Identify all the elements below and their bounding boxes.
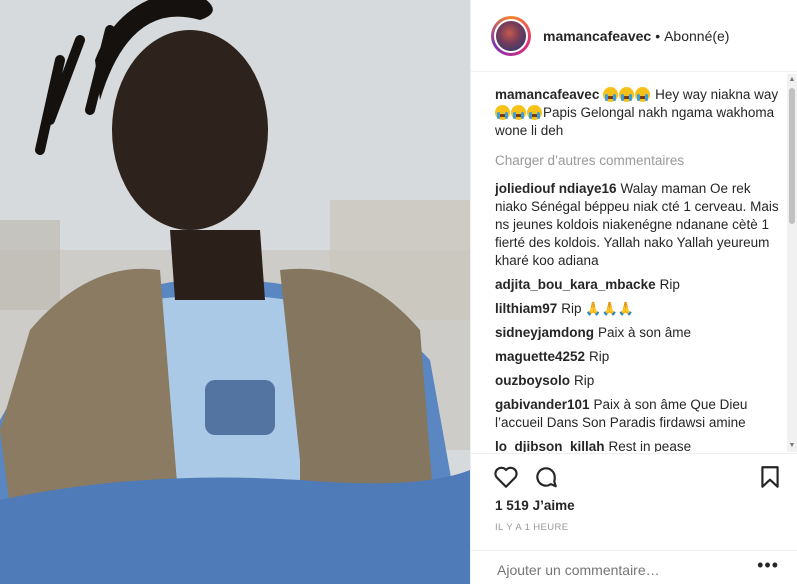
comment-item: maguette4252 Rip: [495, 348, 783, 366]
post-actions: [471, 453, 797, 498]
comment-text: Rip: [659, 277, 680, 292]
comment-username[interactable]: lo_djibson_killah: [495, 439, 605, 452]
crying-face-emoji: [635, 87, 651, 102]
heart-icon[interactable]: [493, 464, 519, 490]
likes-label: J’aime: [532, 498, 575, 513]
post-timestamp[interactable]: IL Y A 1 HEURE: [495, 522, 569, 533]
post-header: mamancafeavec • Abonné(e): [471, 0, 797, 72]
comments-scrollbar[interactable]: ▲ ▼: [787, 74, 797, 452]
comments-list: mamancafeavec Hey way niakna wayPapis Ge…: [495, 78, 783, 452]
comment-text: Rip: [574, 373, 595, 388]
load-more-comments[interactable]: Charger d’autres commentaires: [495, 152, 783, 170]
likes-number: 1 519: [495, 498, 529, 513]
photo-illustration: [0, 0, 470, 584]
scroll-up-arrow-icon[interactable]: ▲: [788, 76, 796, 84]
folded-hands-emoji: 🙏🙏🙏: [585, 301, 634, 316]
comment-text: Rip: [561, 301, 582, 316]
scroll-down-arrow-icon[interactable]: ▼: [788, 442, 796, 450]
post-photo[interactable]: [0, 0, 470, 584]
avatar[interactable]: [491, 15, 531, 56]
more-options-icon[interactable]: •••: [757, 555, 779, 576]
crying-face-emoji: [527, 105, 542, 120]
comment-item: gabivander101 Paix à son âme Que Dieu l’a…: [495, 396, 783, 432]
comment-item: ouzboysolo Rip: [495, 372, 783, 390]
bookmark-icon[interactable]: [757, 464, 783, 490]
crying-face-emoji: [619, 87, 635, 102]
comment-item: joliediouf ndiaye16 Walay maman Oe rek ni…: [495, 180, 783, 270]
crying-face-emoji: [495, 105, 510, 120]
caption-username[interactable]: mamancafeavec: [495, 87, 599, 102]
comment-username[interactable]: adjita_bou_kara_mbacke: [495, 277, 656, 292]
comment-item: adjita_bou_kara_mbacke Rip: [495, 276, 783, 294]
caption-text: Hey way niakna way: [655, 87, 779, 102]
follow-status[interactable]: Abonné(e): [664, 28, 729, 44]
comment-text: Rip: [589, 349, 610, 364]
crying-face-emoji: [603, 87, 619, 102]
comment-item: lo_djibson_killah Rest in pease: [495, 438, 783, 452]
comment-text: Paix à son âme: [598, 325, 692, 340]
comment-item: sidneyjamdong Paix à son âme: [495, 324, 783, 342]
comment-icon[interactable]: [533, 464, 559, 490]
comment-item: lilthiam97 Rip 🙏🙏🙏: [495, 300, 783, 318]
comment-username[interactable]: joliediouf ndiaye16: [495, 181, 617, 196]
comment-text: Rest in pease: [608, 439, 692, 452]
comment-username[interactable]: ouzboysolo: [495, 373, 570, 388]
post-side-panel: mamancafeavec • Abonné(e) mamancafeavec …: [470, 0, 797, 584]
post-caption: mamancafeavec Hey way niakna wayPapis Ge…: [495, 86, 783, 140]
separator-dot: •: [655, 27, 661, 44]
add-comment-input[interactable]: [495, 561, 739, 579]
comment-username[interactable]: sidneyjamdong: [495, 325, 594, 340]
comment-username[interactable]: maguette4252: [495, 349, 585, 364]
add-comment-bar: •••: [471, 550, 797, 585]
post-author-username[interactable]: mamancafeavec: [543, 28, 651, 44]
likes-count[interactable]: 1 519 J’aime: [495, 498, 575, 513]
crying-face-emoji: [511, 105, 526, 120]
comment-username[interactable]: lilthiam97: [495, 301, 557, 316]
scroll-thumb[interactable]: [789, 88, 795, 224]
comment-username[interactable]: gabivander101: [495, 397, 590, 412]
